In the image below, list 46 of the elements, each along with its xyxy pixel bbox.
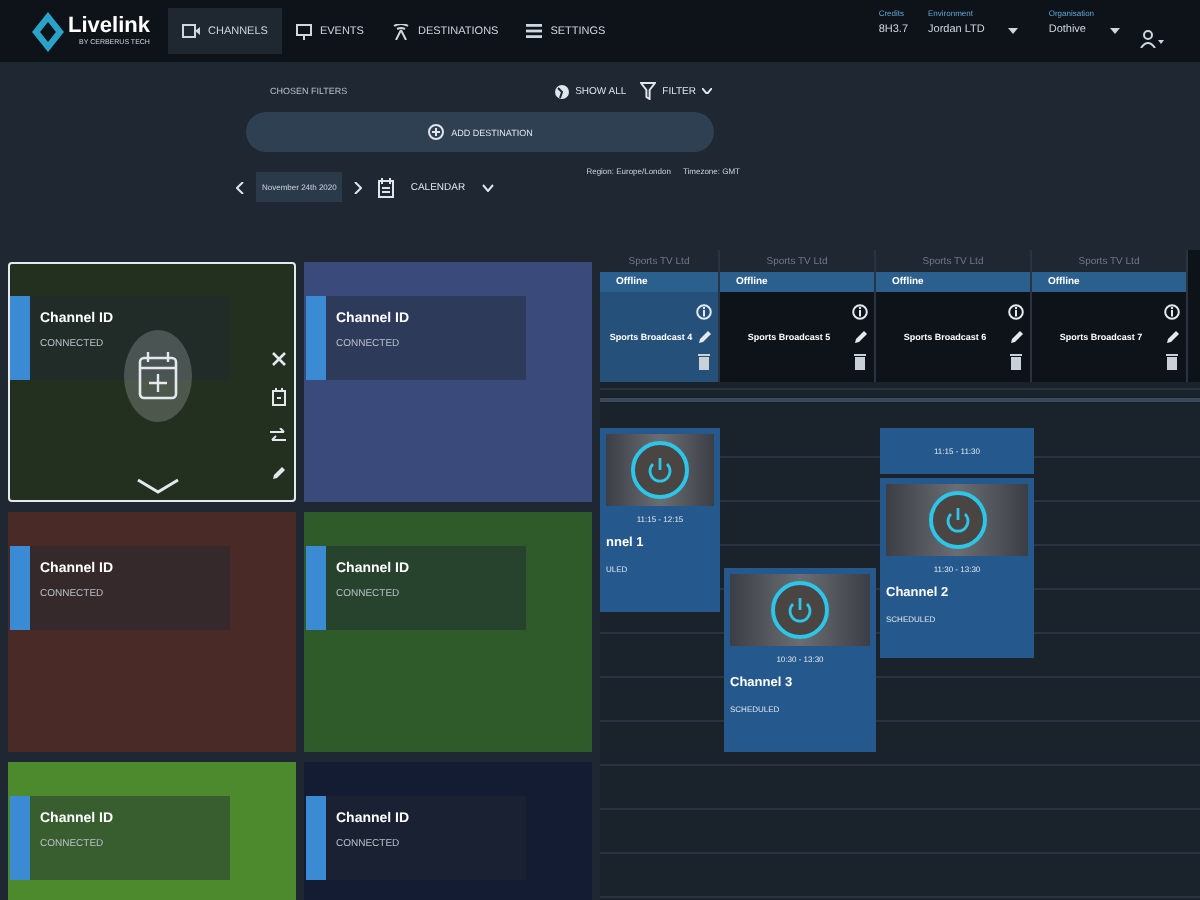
monitor-icon xyxy=(295,23,312,39)
trash-icon[interactable] xyxy=(1166,354,1178,370)
video-camera-icon xyxy=(182,24,200,38)
antenna-icon xyxy=(391,23,410,39)
user-icon xyxy=(1140,30,1164,48)
plus-circle-icon xyxy=(427,124,444,140)
accent-bar xyxy=(10,296,30,380)
trash-icon[interactable] xyxy=(698,354,710,370)
info-icon[interactable] xyxy=(1008,304,1024,320)
pencil-icon[interactable] xyxy=(697,330,711,344)
calendar-icon[interactable] xyxy=(271,388,285,406)
accent-bar xyxy=(306,796,326,880)
pencil-icon[interactable] xyxy=(853,330,867,344)
caret-icon xyxy=(1008,27,1019,33)
caret-icon xyxy=(1110,27,1120,33)
accent-bar xyxy=(306,296,326,380)
close-icon[interactable] xyxy=(271,352,285,366)
chevron-left-icon xyxy=(236,181,244,193)
pencil-icon[interactable] xyxy=(1009,330,1023,344)
logo-icon xyxy=(32,11,64,51)
info-icon[interactable] xyxy=(696,304,712,320)
previous-day-button[interactable] xyxy=(232,181,248,193)
caret-icon xyxy=(702,88,712,94)
power-button-icon[interactable] xyxy=(630,440,690,500)
accent-bar xyxy=(10,796,30,880)
info-icon[interactable] xyxy=(1164,304,1180,320)
move-calendar-icon[interactable] xyxy=(124,330,192,422)
info-icon[interactable] xyxy=(852,304,868,320)
accent-bar xyxy=(10,546,30,630)
trash-icon[interactable] xyxy=(1010,354,1022,370)
pencil-icon[interactable] xyxy=(1165,330,1179,344)
chevron-down-icon[interactable] xyxy=(136,478,180,494)
next-day-button[interactable] xyxy=(350,181,367,193)
user-menu-button[interactable] xyxy=(1140,24,1164,54)
pencil-icon[interactable] xyxy=(271,466,285,480)
caret-icon xyxy=(481,183,494,191)
logo-name: Livelink xyxy=(68,16,150,38)
list-icon xyxy=(526,24,543,38)
power-button-icon[interactable] xyxy=(770,580,830,640)
chevron-right-icon xyxy=(354,181,363,193)
trash-icon[interactable] xyxy=(854,354,866,370)
filter-icon xyxy=(640,82,657,100)
swap-icon[interactable] xyxy=(270,428,286,444)
calendar-icon xyxy=(378,177,395,197)
power-button-icon[interactable] xyxy=(927,490,987,550)
accent-bar xyxy=(306,546,326,630)
